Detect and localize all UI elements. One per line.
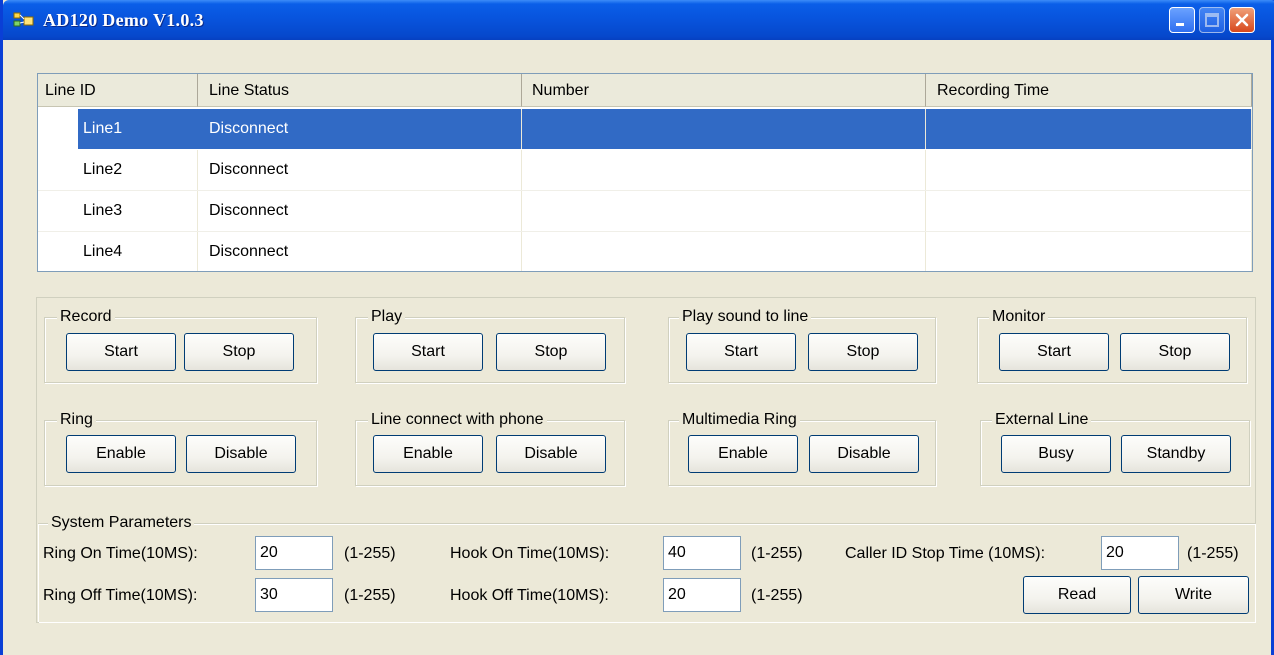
ring-group-label: Ring: [57, 410, 96, 430]
caller-id-stop-time-field[interactable]: [1101, 536, 1179, 570]
title-bar[interactable]: AD120 Demo V1.0.3: [3, 0, 1274, 40]
write-button[interactable]: Write: [1138, 576, 1249, 614]
line-id-cell: Line2: [83, 161, 123, 178]
app-icon: [13, 11, 35, 29]
ring-on-range: (1-255): [344, 545, 396, 562]
column-header-line-status[interactable]: Line Status: [198, 74, 522, 107]
caller-id-stop-time-label: Caller ID Stop Time (10MS):: [845, 545, 1046, 562]
recording-time-cell: [926, 191, 1252, 231]
play-sound-start-button[interactable]: Start: [686, 333, 796, 371]
line-id-cell: Line1: [83, 120, 123, 137]
recording-time-cell: [926, 109, 1252, 149]
column-header-recording-time[interactable]: Recording Time: [926, 74, 1252, 107]
table-row[interactable]: Line3 Disconnect: [38, 191, 1252, 231]
line-status-cell: Disconnect: [198, 150, 522, 190]
ring-off-range: (1-255): [344, 587, 396, 604]
line-connect-enable-button[interactable]: Enable: [373, 435, 483, 473]
line-status-cell: Disconnect: [198, 191, 522, 231]
record-start-button[interactable]: Start: [66, 333, 176, 371]
app-window: AD120 Demo V1.0.3 Line ID Line Status Nu…: [0, 0, 1274, 655]
monitor-start-button[interactable]: Start: [999, 333, 1109, 371]
read-button[interactable]: Read: [1023, 576, 1131, 614]
maximize-icon: [1205, 13, 1219, 27]
play-sound-stop-button[interactable]: Stop: [808, 333, 918, 371]
table-row[interactable]: Line1 Disconnect: [38, 109, 1252, 149]
hook-on-time-field[interactable]: [663, 536, 741, 570]
line-status-cell: Disconnect: [198, 232, 522, 271]
column-header-line-id[interactable]: Line ID: [38, 74, 198, 107]
number-cell: [522, 191, 926, 231]
play-group-label: Play: [368, 307, 406, 327]
multimedia-ring-disable-button[interactable]: Disable: [809, 435, 919, 473]
recording-time-cell: [926, 232, 1252, 271]
external-line-standby-button[interactable]: Standby: [1121, 435, 1231, 473]
caller-id-range: (1-255): [1187, 545, 1239, 562]
ring-off-time-field[interactable]: [255, 578, 333, 612]
hook-off-range: (1-255): [751, 587, 803, 604]
system-parameters-label: System Parameters: [48, 513, 195, 533]
table-row[interactable]: Line2 Disconnect: [38, 150, 1252, 190]
play-stop-button[interactable]: Stop: [496, 333, 606, 371]
window-title: AD120 Demo V1.0.3: [43, 10, 204, 30]
ring-enable-button[interactable]: Enable: [66, 435, 176, 473]
column-header-number[interactable]: Number: [522, 74, 926, 107]
close-button[interactable]: [1229, 7, 1255, 33]
number-cell: [522, 109, 926, 149]
line-id-cell: Line3: [83, 202, 123, 219]
number-cell: [522, 150, 926, 190]
play-sound-group-label: Play sound to line: [679, 307, 812, 327]
multimedia-ring-group-label: Multimedia Ring: [679, 410, 800, 430]
hook-on-time-label: Hook On Time(10MS):: [450, 545, 610, 562]
external-line-busy-button[interactable]: Busy: [1001, 435, 1111, 473]
ring-on-time-label: Ring On Time(10MS):: [43, 545, 198, 562]
external-line-group-label: External Line: [992, 410, 1092, 430]
record-group-label: Record: [57, 307, 115, 327]
line-connect-disable-button[interactable]: Disable: [496, 435, 606, 473]
line-id-cell: Line4: [83, 243, 123, 260]
table-row[interactable]: Line4 Disconnect: [38, 232, 1252, 271]
ring-off-time-label: Ring Off Time(10MS):: [43, 587, 198, 604]
ring-disable-button[interactable]: Disable: [186, 435, 296, 473]
minimize-button[interactable]: [1169, 7, 1195, 33]
maximize-button[interactable]: [1199, 7, 1225, 33]
list-header: Line ID Line Status Number Recording Tim…: [38, 74, 1252, 108]
line-status-cell: Disconnect: [198, 109, 522, 149]
monitor-group-label: Monitor: [989, 307, 1049, 327]
multimedia-ring-enable-button[interactable]: Enable: [688, 435, 798, 473]
close-icon: [1235, 13, 1249, 27]
hook-on-range: (1-255): [751, 545, 803, 562]
recording-time-cell: [926, 150, 1252, 190]
hook-off-time-label: Hook Off Time(10MS):: [450, 587, 609, 604]
line-list[interactable]: Line ID Line Status Number Recording Tim…: [37, 73, 1253, 272]
line-connect-group-label: Line connect with phone: [368, 410, 547, 430]
minimize-icon: [1176, 23, 1184, 26]
record-stop-button[interactable]: Stop: [184, 333, 294, 371]
monitor-stop-button[interactable]: Stop: [1120, 333, 1230, 371]
play-start-button[interactable]: Start: [373, 333, 483, 371]
ring-on-time-field[interactable]: [255, 536, 333, 570]
number-cell: [522, 232, 926, 271]
hook-off-time-field[interactable]: [663, 578, 741, 612]
